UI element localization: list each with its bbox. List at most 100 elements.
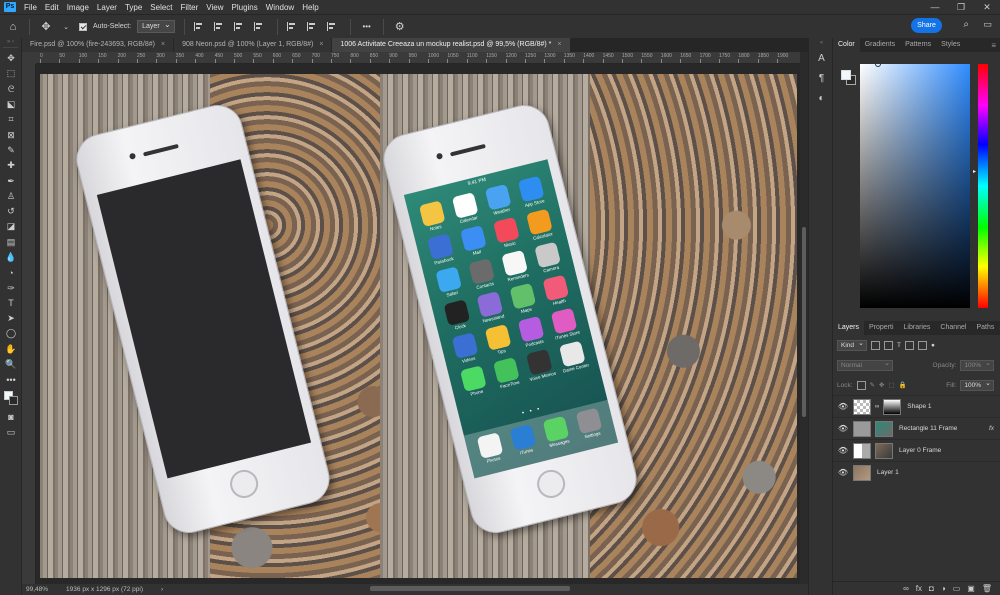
layer-mask-thumbnail[interactable] <box>883 398 902 415</box>
lock-artboard-icon[interactable]: ⬚ <box>888 381 894 389</box>
photoshop-logo[interactable]: Ps <box>0 0 20 14</box>
menu-help[interactable]: Help <box>298 3 322 12</box>
align-right-icon[interactable] <box>233 22 243 31</box>
filter-smart-icon[interactable] <box>918 340 927 350</box>
horizontal-scrollbar-thumb[interactable] <box>370 586 570 591</box>
history-brush-icon[interactable]: ↺ <box>0 204 22 219</box>
add-mask-icon[interactable]: ◘ <box>929 584 934 593</box>
filter-adjustment-icon[interactable] <box>884 340 894 350</box>
pen-tool-icon[interactable]: ✑ <box>0 280 22 295</box>
frame-tool-icon[interactable]: ⊠ <box>0 127 22 142</box>
tab-properties[interactable]: Properti <box>864 321 899 335</box>
crop-tool-icon[interactable]: ⌗ <box>0 112 22 127</box>
gradient-tool-icon[interactable]: ▤ <box>0 235 22 250</box>
layer-0-frame[interactable]: 👁 Layer 0 Frame <box>833 439 1000 461</box>
horizontal-ruler[interactable]: 0 50 100 150 200 250 300 350 400 450 500 550 600 650 7… <box>36 52 800 64</box>
lock-all-icon[interactable]: 🔒 <box>899 381 907 389</box>
shape-tool-icon[interactable]: ◯ <box>0 326 22 341</box>
foreground-color-swatch[interactable] <box>841 70 851 80</box>
foreground-background-swatch[interactable] <box>0 388 22 410</box>
new-group-icon[interactable]: ▭ <box>953 584 961 593</box>
eraser-tool-icon[interactable]: ◪ <box>0 219 22 234</box>
filter-type-icon[interactable]: T <box>897 342 901 349</box>
color-picker-cursor[interactable] <box>875 61 881 67</box>
filter-pixel-icon[interactable] <box>871 340 881 350</box>
lock-position-icon[interactable]: ✥ <box>879 381 884 389</box>
layer-style-icon[interactable]: fx <box>916 584 922 593</box>
lock-transparent-icon[interactable] <box>856 380 866 390</box>
layer-rectangle-11-frame[interactable]: 👁 Rectangle 11 Frame fx <box>833 417 1000 439</box>
eye-icon[interactable]: 👁 <box>837 424 849 433</box>
tab-paths[interactable]: Paths <box>971 321 999 335</box>
menu-window[interactable]: Window <box>262 3 298 12</box>
object-select-tool-icon[interactable]: ⬕ <box>0 97 22 112</box>
restore-icon[interactable]: ❐ <box>948 0 974 14</box>
layer-1[interactable]: 👁 Layer 1 <box>833 461 1000 483</box>
align-left-icon[interactable] <box>193 22 203 31</box>
delete-layer-icon[interactable]: 🗑 <box>982 584 992 593</box>
marquee-tool-icon[interactable]: ⬚ <box>0 66 22 81</box>
tab-gradients[interactable]: Gradients <box>860 38 900 52</box>
workspace-icon[interactable]: ▭ <box>983 19 992 30</box>
vertical-ruler[interactable] <box>22 64 36 584</box>
toolbar-grip[interactable]: » ‹ <box>3 38 18 48</box>
minimize-icon[interactable]: — <box>922 0 948 14</box>
gear-icon[interactable]: ⚙ <box>393 20 407 33</box>
blur-tool-icon[interactable]: 💧 <box>0 250 22 265</box>
paragraph-panel-icon[interactable]: ¶ <box>809 68 834 88</box>
auto-select-checkbox[interactable] <box>79 22 87 31</box>
menu-select[interactable]: Select <box>146 3 176 12</box>
home-icon[interactable]: ⌂ <box>6 21 20 33</box>
tab-patterns[interactable]: Patterns <box>900 38 936 52</box>
fill-input[interactable]: 100% <box>960 379 994 391</box>
type-tool-icon[interactable]: T <box>0 296 22 311</box>
tab-channels[interactable]: Channel <box>935 321 971 335</box>
character-panel-icon[interactable]: A <box>809 48 834 68</box>
close-tab-icon[interactable]: × <box>557 41 561 48</box>
layer-shape-1[interactable]: 👁 ∞ Shape 1 <box>833 395 1000 417</box>
tab-layers[interactable]: Layers <box>833 321 865 335</box>
search-icon[interactable]: ⌕ <box>963 19 969 30</box>
distribute-left-icon[interactable] <box>286 22 296 31</box>
healing-brush-icon[interactable]: ✚ <box>0 158 22 173</box>
opacity-input[interactable]: 100% <box>960 359 994 371</box>
new-layer-icon[interactable]: ▣ <box>967 584 975 593</box>
blend-mode-dropdown[interactable]: Normal <box>837 359 893 371</box>
dodge-tool-icon[interactable]: ◔ <box>0 265 22 280</box>
more-tools-icon[interactable]: ••• <box>0 372 22 387</box>
menu-view[interactable]: View <box>202 3 227 12</box>
menu-filter[interactable]: Filter <box>177 3 203 12</box>
align-center-icon[interactable] <box>213 22 223 31</box>
clone-stamp-icon[interactable]: ♙ <box>0 189 22 204</box>
menu-plugins[interactable]: Plugins <box>228 3 262 12</box>
hue-slider-handle[interactable]: ▸ <box>973 168 976 175</box>
menu-layer[interactable]: Layer <box>93 3 121 12</box>
move-tool-icon[interactable]: ✥ <box>39 20 53 33</box>
tab-color[interactable]: Color <box>833 38 860 52</box>
eye-icon[interactable]: 👁 <box>837 468 849 477</box>
tab-libraries[interactable]: Libraries <box>899 321 936 335</box>
lock-paint-icon[interactable]: ✎ <box>870 381 875 389</box>
menu-file[interactable]: File <box>20 3 41 12</box>
link-layers-icon[interactable]: ∞ <box>903 584 909 593</box>
tab-fire[interactable]: Fire.psd @ 100% (fire-243693, RGB/8#) × <box>22 38 175 52</box>
distribute-right-icon[interactable] <box>326 22 336 31</box>
hand-tool-icon[interactable]: ✋ <box>0 342 22 357</box>
more-options-button[interactable]: ••• <box>360 22 374 31</box>
align-top-icon[interactable] <box>253 22 263 31</box>
eyedropper-tool-icon[interactable]: ✎ <box>0 143 22 158</box>
zoom-tool-icon[interactable]: 🔍 <box>0 357 22 372</box>
canvas-area[interactable]: 9:41 PM Notes Calendar Weather App Store Pas… <box>36 64 800 584</box>
adjustments-panel-icon[interactable]: ◐ <box>809 88 834 108</box>
screen-mode-icon[interactable]: ▭ <box>0 425 22 440</box>
lasso-tool-icon[interactable]: ᘓ <box>0 82 22 97</box>
filter-toggle-icon[interactable]: ● <box>931 342 935 349</box>
menu-edit[interactable]: Edit <box>41 3 63 12</box>
fx-icon[interactable]: fx <box>989 425 994 432</box>
auto-select-dropdown[interactable]: Layer <box>137 19 175 33</box>
hue-slider[interactable] <box>978 64 988 308</box>
vertical-scrollbar[interactable] <box>800 52 808 584</box>
status-menu-arrow[interactable]: › <box>161 586 163 593</box>
quick-mask-icon[interactable]: ◙ <box>0 410 22 425</box>
filter-shape-icon[interactable] <box>905 340 914 350</box>
